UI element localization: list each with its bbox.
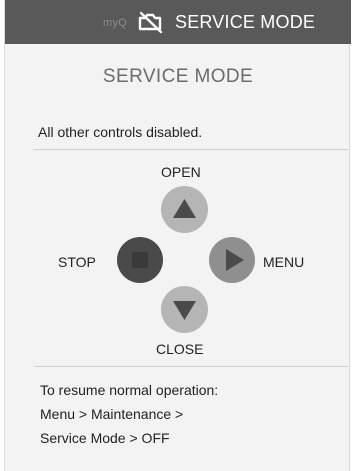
device-screen: myQ SERVICE MODE SERVICE MODE All other …	[4, 0, 351, 471]
stop-label: STOP	[58, 254, 96, 270]
close-label: CLOSE	[156, 341, 204, 357]
menu-button[interactable]	[209, 237, 255, 283]
resume-line-3: Service Mode > OFF	[40, 430, 170, 446]
stop-button[interactable]	[117, 237, 163, 283]
resume-line-2: Menu > Maintenance >	[40, 406, 184, 422]
open-label: OPEN	[161, 164, 201, 180]
brand-logo: myQ	[103, 17, 128, 29]
disabled-message: All other controls disabled.	[38, 124, 203, 140]
page-title: SERVICE MODE	[102, 66, 254, 87]
divider-bottom	[34, 366, 348, 367]
resume-instructions: To resume normal operation: Menu > Maint…	[40, 378, 218, 450]
stop-square-icon	[132, 252, 148, 268]
menu-label: MENU	[263, 254, 305, 270]
triangle-up-icon	[173, 199, 196, 218]
divider-top	[34, 149, 348, 150]
open-button[interactable]	[161, 186, 208, 233]
triangle-down-icon	[173, 301, 196, 320]
status-bar: myQ SERVICE MODE	[5, 0, 351, 44]
status-mode-label: SERVICE MODE	[175, 12, 316, 32]
close-button[interactable]	[161, 286, 208, 333]
play-right-icon	[226, 249, 244, 271]
wifi-off-icon	[136, 10, 166, 34]
resume-line-1: To resume normal operation:	[40, 382, 219, 398]
